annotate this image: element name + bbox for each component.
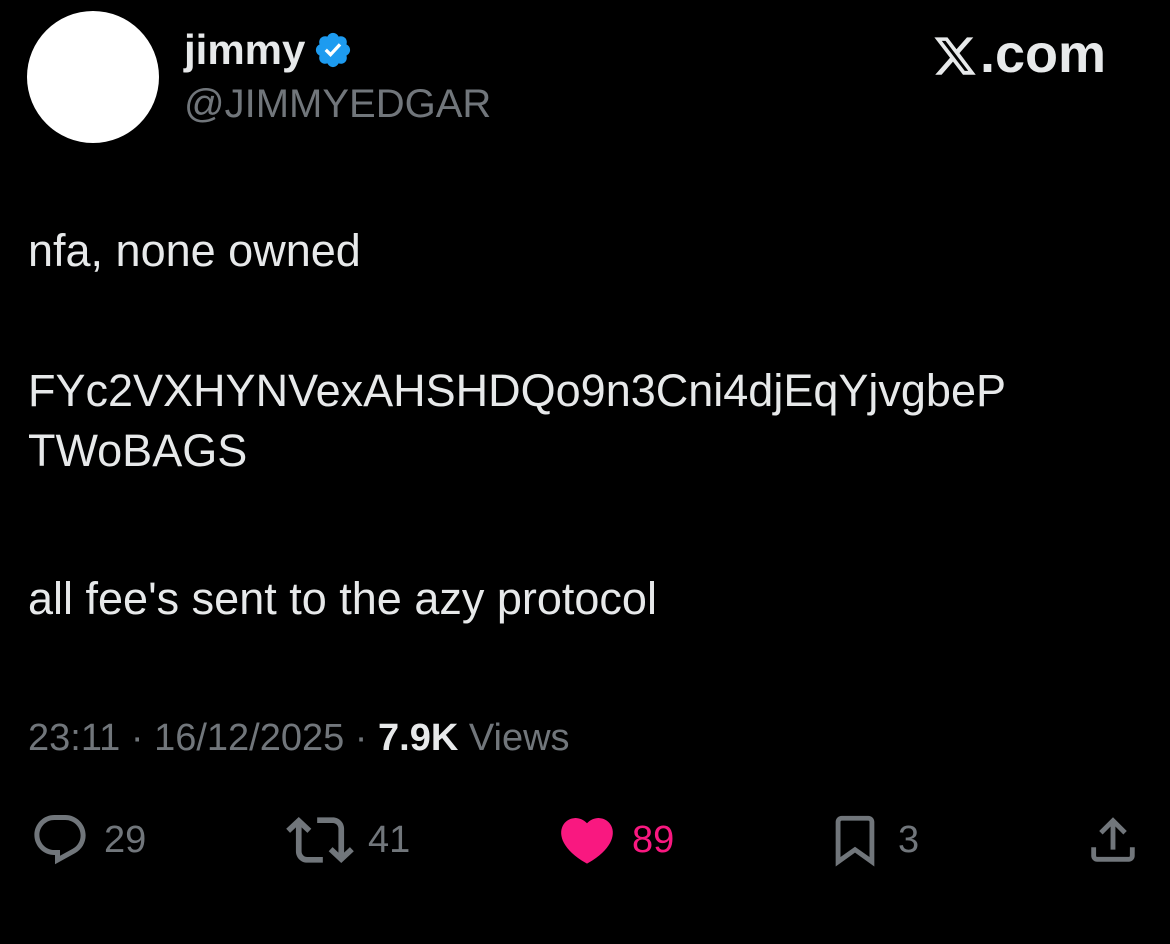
like-button[interactable]: 89 [556,808,674,872]
share-button[interactable] [1084,808,1142,872]
heart-icon [556,809,618,871]
reply-button[interactable]: 29 [30,808,146,872]
repost-icon [286,806,354,874]
tweet-line: FYc2VXHYNVexAHSHDQo9n3Cni4djEqYjvgbeP [28,365,1006,416]
tweet-date[interactable]: 16/12/2025 [154,717,344,759]
avatar[interactable] [27,11,159,143]
repost-count: 41 [368,818,411,861]
tweet-line: nfa, none owned [28,225,361,276]
share-icon [1084,811,1142,869]
repost-button[interactable]: 41 [286,808,410,872]
meta-separator: · [344,717,379,759]
tweet-time[interactable]: 23:11 [28,717,120,759]
brand-watermark: .com [932,24,1106,84]
x-logo-icon [932,31,978,77]
reply-count: 29 [104,818,147,861]
action-bar: 29 41 89 3 [0,808,1170,872]
bookmark-icon [826,809,884,871]
meta-separator: · [120,717,155,759]
verified-badge-icon [313,30,353,70]
author-handle[interactable]: @JIMMYEDGAR [184,80,491,128]
tweet-line: TWoBAGS [28,425,248,476]
author-display-name[interactable]: jimmy [184,26,305,74]
reply-icon [30,810,90,870]
like-count: 89 [632,818,675,861]
brand-label: .com [979,24,1106,84]
tweet-meta: 23:11 · 16/12/2025 · 7.9K Views [28,712,570,764]
tweet-line: all fee's sent to the azy protocol [28,573,657,624]
bookmark-button[interactable]: 3 [826,808,919,872]
bookmark-count: 3 [898,818,920,861]
views-label: Views [468,717,570,759]
views-count: 7.9K [378,717,459,759]
author-name-row: jimmy [184,26,353,74]
